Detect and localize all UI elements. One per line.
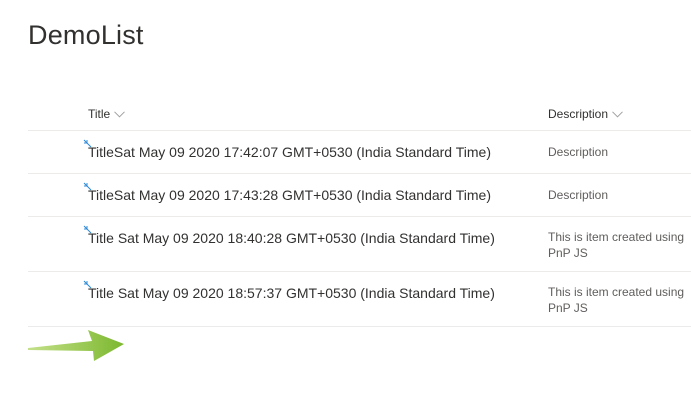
title-link[interactable]: Title Sat May 09 2020 18:40:28 GMT+0530 … (88, 230, 495, 246)
list-row[interactable]: Title Sat May 09 2020 18:57:37 GMT+0530 … (28, 272, 691, 327)
list-row[interactable]: TitleSat May 09 2020 17:42:07 GMT+0530 (… (28, 131, 691, 174)
title-cell[interactable]: TitleSat May 09 2020 17:42:07 GMT+0530 (… (83, 139, 491, 160)
list-header-row: Title Description (28, 100, 691, 131)
list-row[interactable]: TitleSat May 09 2020 17:43:28 GMT+0530 (… (28, 174, 691, 217)
title-link[interactable]: Title Sat May 09 2020 18:57:37 GMT+0530 … (88, 285, 495, 301)
column-header-title[interactable]: Title (88, 107, 126, 121)
column-header-description-label: Description (548, 107, 609, 121)
description-cell: This is item created using PnP JS (548, 285, 685, 315)
description-cell: This is item created using PnP JS (548, 230, 685, 260)
title-link[interactable]: TitleSat May 09 2020 17:43:28 GMT+0530 (… (88, 187, 491, 203)
chevron-down-icon[interactable] (612, 110, 623, 118)
list-row[interactable]: Title Sat May 09 2020 18:40:28 GMT+0530 … (28, 217, 691, 272)
description-cell: Description (548, 145, 609, 159)
title-cell[interactable]: Title Sat May 09 2020 18:40:28 GMT+0530 … (83, 225, 495, 246)
chevron-down-icon[interactable] (114, 110, 126, 118)
page-title: DemoList (28, 20, 144, 50)
title-cell[interactable]: Title Sat May 09 2020 18:57:37 GMT+0530 … (83, 280, 495, 301)
column-header-description[interactable]: Description (548, 107, 623, 121)
title-link[interactable]: TitleSat May 09 2020 17:42:07 GMT+0530 (… (88, 144, 491, 160)
green-arrow-icon (28, 330, 124, 361)
title-cell[interactable]: TitleSat May 09 2020 17:43:28 GMT+0530 (… (83, 182, 491, 203)
column-header-title-label: Title (88, 107, 111, 121)
description-cell: Description (548, 188, 609, 202)
